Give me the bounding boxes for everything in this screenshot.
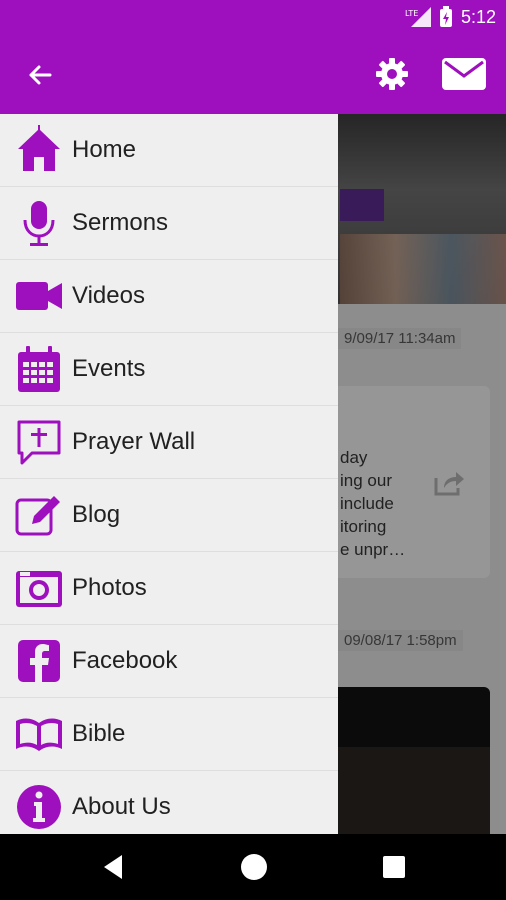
drawer-item-photos[interactable]: Photos <box>0 552 338 625</box>
drawer-item-label: Sermons <box>72 209 169 236</box>
microphone-icon <box>23 201 55 246</box>
facebook-icon <box>18 640 60 682</box>
video-camera-icon <box>16 282 62 310</box>
book-icon <box>16 718 62 751</box>
nav-recents-icon[interactable] <box>383 856 405 878</box>
drawer-item-label: About Us <box>72 793 171 820</box>
drawer-item-videos[interactable]: Videos <box>0 260 338 333</box>
drawer-item-label: Blog <box>72 501 121 528</box>
drawer-item-home[interactable]: Home <box>0 114 338 187</box>
mail-icon[interactable] <box>442 58 486 90</box>
drawer-item-label: Facebook <box>72 647 178 674</box>
drawer-item-events[interactable]: Events <box>0 333 338 406</box>
arrow-left-icon[interactable] <box>24 60 54 90</box>
drawer-item-bible[interactable]: Bible <box>0 698 338 771</box>
calendar-icon <box>18 346 60 392</box>
drawer-scrim[interactable] <box>338 114 506 834</box>
svg-text:LTE: LTE <box>405 9 418 18</box>
status-icons: LTE 5:12 <box>405 6 496 28</box>
drawer-item-label: Bible <box>72 720 126 747</box>
drawer-item-label: Events <box>72 355 146 382</box>
drawer-item-label: Home <box>72 136 137 163</box>
gear-icon[interactable] <box>374 56 410 92</box>
drawer-item-blog[interactable]: Blog <box>0 479 338 552</box>
nav-back-icon[interactable] <box>100 853 128 881</box>
drawer-item-facebook[interactable]: Facebook <box>0 625 338 698</box>
lte-signal-icon: LTE <box>405 7 431 27</box>
home-icon <box>18 125 60 171</box>
drawer-item-label: Videos <box>72 282 145 309</box>
status-bar: LTE 5:12 <box>0 0 506 36</box>
navigation-drawer: Home Sermons Videos Events Prayer Wall B… <box>0 114 338 844</box>
app-bar <box>0 36 506 114</box>
drawer-item-sermons[interactable]: Sermons <box>0 187 338 260</box>
battery-icon <box>439 6 452 27</box>
edit-icon <box>15 496 60 536</box>
system-nav-bar <box>0 834 506 900</box>
status-time: 5:12 <box>460 6 496 27</box>
drawer-item-label: Photos <box>72 574 147 601</box>
camera-icon <box>16 571 62 607</box>
info-icon <box>17 785 61 829</box>
drawer-item-label: Prayer Wall <box>72 428 196 455</box>
drawer-item-prayer-wall[interactable]: Prayer Wall <box>0 406 338 479</box>
nav-home-icon[interactable] <box>241 854 267 880</box>
prayer-bubble-icon <box>17 420 61 465</box>
